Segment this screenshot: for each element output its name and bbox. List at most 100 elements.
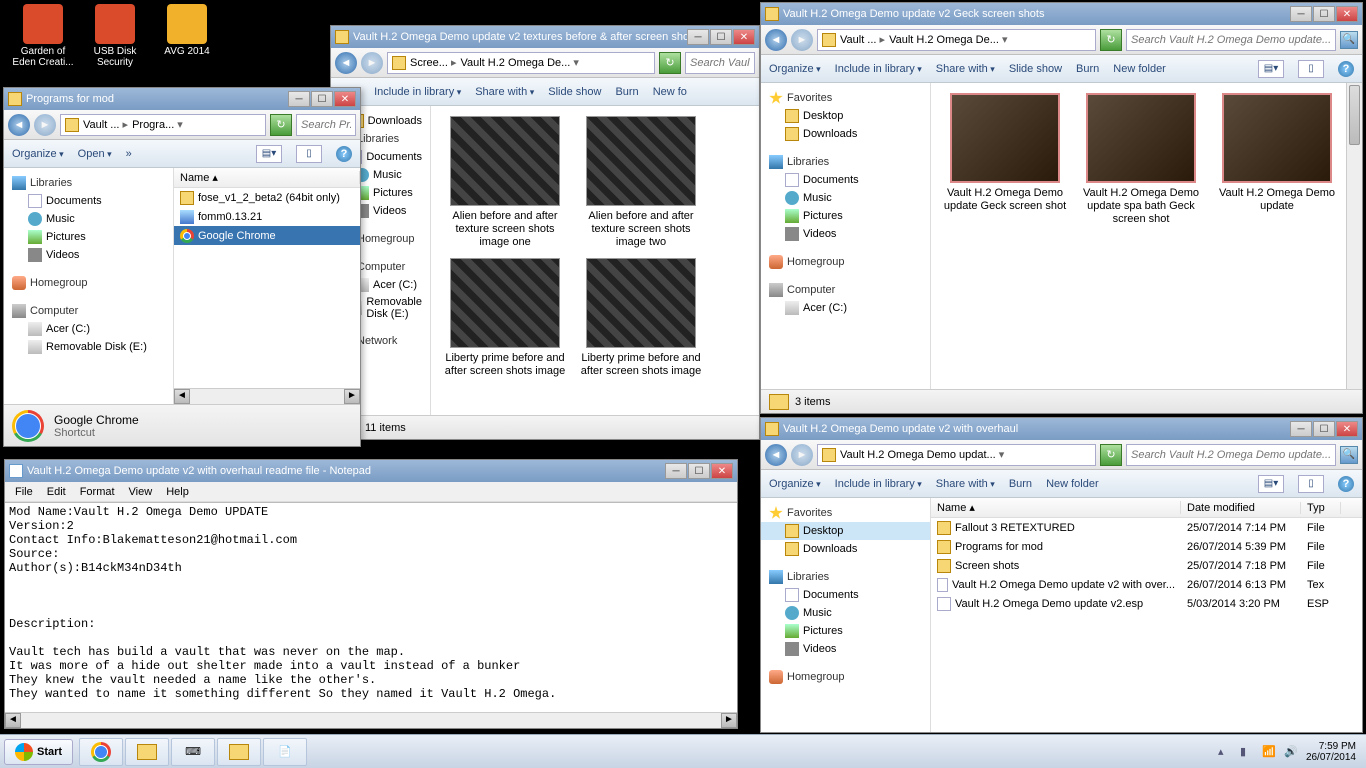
- search-icon[interactable]: 🔍: [1340, 31, 1358, 49]
- battery-icon[interactable]: ▮: [1240, 745, 1254, 759]
- file-list[interactable]: Name ▴ Date modified Typ Fallout 3 RETEX…: [931, 498, 1362, 732]
- titlebar[interactable]: Programs for mod ─ ☐ ✕: [4, 88, 360, 110]
- col-date[interactable]: Date modified: [1181, 502, 1301, 514]
- col-name[interactable]: Name ▴: [931, 501, 1181, 514]
- nav-favorites[interactable]: Favorites: [761, 504, 930, 522]
- nav-music[interactable]: Music: [4, 210, 173, 228]
- burn-button[interactable]: Burn: [1009, 478, 1032, 490]
- tray-expand-icon[interactable]: ▴: [1218, 745, 1232, 759]
- nav-libraries[interactable]: Libraries: [761, 153, 930, 171]
- thumbnail-item[interactable]: Alien before and after texture screen sh…: [577, 116, 705, 250]
- share-button[interactable]: Share with: [475, 86, 534, 98]
- preview-pane-button[interactable]: ▯: [1298, 60, 1324, 78]
- nav-pictures[interactable]: Pictures: [4, 228, 173, 246]
- minimize-button[interactable]: ─: [1290, 6, 1312, 22]
- task-chrome[interactable]: [79, 738, 123, 766]
- nav-acer[interactable]: Acer (C:): [761, 299, 930, 317]
- include-library-button[interactable]: Include in library: [835, 63, 922, 75]
- organize-button[interactable]: Organize: [12, 148, 64, 160]
- task-notepad[interactable]: 📄: [263, 738, 307, 766]
- nav-videos[interactable]: Videos: [761, 640, 930, 658]
- nav-documents[interactable]: Documents: [761, 586, 930, 604]
- menu-view[interactable]: View: [123, 484, 159, 500]
- include-library-button[interactable]: Include in library: [835, 478, 922, 490]
- address-bar[interactable]: Scree... Vault H.2 Omega De...: [387, 52, 655, 74]
- nav-favorites[interactable]: Favorites: [761, 89, 930, 107]
- back-button[interactable]: ◄: [335, 52, 357, 74]
- scroll-left[interactable]: ◄: [5, 713, 21, 728]
- organize-button[interactable]: Organize: [769, 478, 821, 490]
- maximize-button[interactable]: ☐: [1313, 421, 1335, 437]
- scroll-right[interactable]: ►: [721, 713, 737, 728]
- thumbnail-item[interactable]: Vault H.2 Omega Demo update spa bath Gec…: [1077, 93, 1205, 227]
- list-item[interactable]: Programs for mod 26/07/2014 5:39 PM File: [931, 537, 1362, 556]
- nav-removable[interactable]: Removable Disk (E:): [4, 338, 173, 356]
- refresh-button[interactable]: ↻: [270, 114, 292, 136]
- close-button[interactable]: ✕: [711, 463, 733, 479]
- back-button[interactable]: ◄: [765, 444, 787, 466]
- nav-downloads[interactable]: Downloads: [761, 540, 930, 558]
- address-bar[interactable]: Vault H.2 Omega Demo updat...: [817, 444, 1096, 466]
- include-library-button[interactable]: Include in library: [374, 86, 461, 98]
- desktop-icon[interactable]: Garden of Eden Creati...: [8, 4, 78, 68]
- nav-pane[interactable]: Favorites Desktop Downloads Libraries Do…: [761, 83, 931, 389]
- notepad-text-area[interactable]: Mod Name:Vault H.2 Omega Demo UPDATE Ver…: [5, 502, 737, 712]
- menu-file[interactable]: File: [9, 484, 39, 500]
- nav-pane[interactable]: Libraries Documents Music Pictures Video…: [4, 168, 174, 404]
- nav-homegroup[interactable]: Homegroup: [761, 253, 930, 271]
- forward-button[interactable]: ►: [361, 52, 383, 74]
- list-item[interactable]: Google Chrome: [174, 226, 360, 245]
- thumbnail-item[interactable]: Alien before and after texture screen sh…: [441, 116, 569, 250]
- help-icon[interactable]: ?: [1338, 61, 1354, 77]
- nav-homegroup[interactable]: Homegroup: [4, 274, 173, 292]
- share-button[interactable]: Share with: [936, 63, 995, 75]
- scroll-right[interactable]: ►: [344, 389, 360, 404]
- view-button[interactable]: ▤▾: [1258, 475, 1284, 493]
- address-bar[interactable]: Vault ... Progra...: [60, 114, 266, 136]
- forward-button[interactable]: ►: [34, 114, 56, 136]
- volume-icon[interactable]: 🔊: [1284, 745, 1298, 759]
- search-icon[interactable]: 🔍: [1340, 446, 1358, 464]
- search-box[interactable]: [296, 114, 356, 136]
- minimize-button[interactable]: ─: [665, 463, 687, 479]
- minimize-button[interactable]: ─: [687, 29, 709, 45]
- share-button[interactable]: Share with: [936, 478, 995, 490]
- file-list[interactable]: Name ▴ fose_v1_2_beta2 (64bit only) fomm…: [174, 168, 360, 404]
- col-name[interactable]: Name ▴: [174, 171, 360, 184]
- minimize-button[interactable]: ─: [1290, 421, 1312, 437]
- search-box[interactable]: [1126, 444, 1336, 466]
- help-icon[interactable]: ?: [1338, 476, 1354, 492]
- new-folder-button[interactable]: New folder: [1046, 478, 1099, 490]
- nav-downloads[interactable]: Downloads: [761, 125, 930, 143]
- back-button[interactable]: ◄: [765, 29, 787, 51]
- back-button[interactable]: ◄: [8, 114, 30, 136]
- scroll-left[interactable]: ◄: [174, 389, 190, 404]
- nav-computer[interactable]: Computer: [4, 302, 173, 320]
- nav-documents[interactable]: Documents: [4, 192, 173, 210]
- view-button[interactable]: ▤▾: [1258, 60, 1284, 78]
- view-button[interactable]: ▤▾: [256, 145, 282, 163]
- nav-documents[interactable]: Documents: [761, 171, 930, 189]
- thumbnail-item[interactable]: Vault H.2 Omega Demo update Geck screen …: [941, 93, 1069, 227]
- maximize-button[interactable]: ☐: [710, 29, 732, 45]
- titlebar[interactable]: Vault H.2 Omega Demo update v2 with over…: [761, 418, 1362, 440]
- maximize-button[interactable]: ☐: [688, 463, 710, 479]
- burn-button[interactable]: Burn: [615, 86, 638, 98]
- minimize-button[interactable]: ─: [288, 91, 310, 107]
- refresh-button[interactable]: ↻: [1100, 444, 1122, 466]
- list-item[interactable]: fose_v1_2_beta2 (64bit only): [174, 188, 360, 207]
- nav-libraries[interactable]: Libraries: [761, 568, 930, 586]
- nav-libraries[interactable]: Libraries: [4, 174, 173, 192]
- forward-button[interactable]: ►: [791, 29, 813, 51]
- nav-music[interactable]: Music: [761, 604, 930, 622]
- slideshow-button[interactable]: Slide show: [1009, 63, 1062, 75]
- nav-pane[interactable]: Favorites Desktop Downloads Libraries Do…: [761, 498, 931, 732]
- nav-acer[interactable]: Acer (C:): [4, 320, 173, 338]
- maximize-button[interactable]: ☐: [1313, 6, 1335, 22]
- refresh-button[interactable]: ↻: [659, 52, 681, 74]
- menu-help[interactable]: Help: [160, 484, 195, 500]
- close-button[interactable]: ✕: [1336, 6, 1358, 22]
- nav-videos[interactable]: Videos: [761, 225, 930, 243]
- titlebar[interactable]: Vault H.2 Omega Demo update v2 Geck scre…: [761, 3, 1362, 25]
- address-bar[interactable]: Vault ... Vault H.2 Omega De...: [817, 29, 1096, 51]
